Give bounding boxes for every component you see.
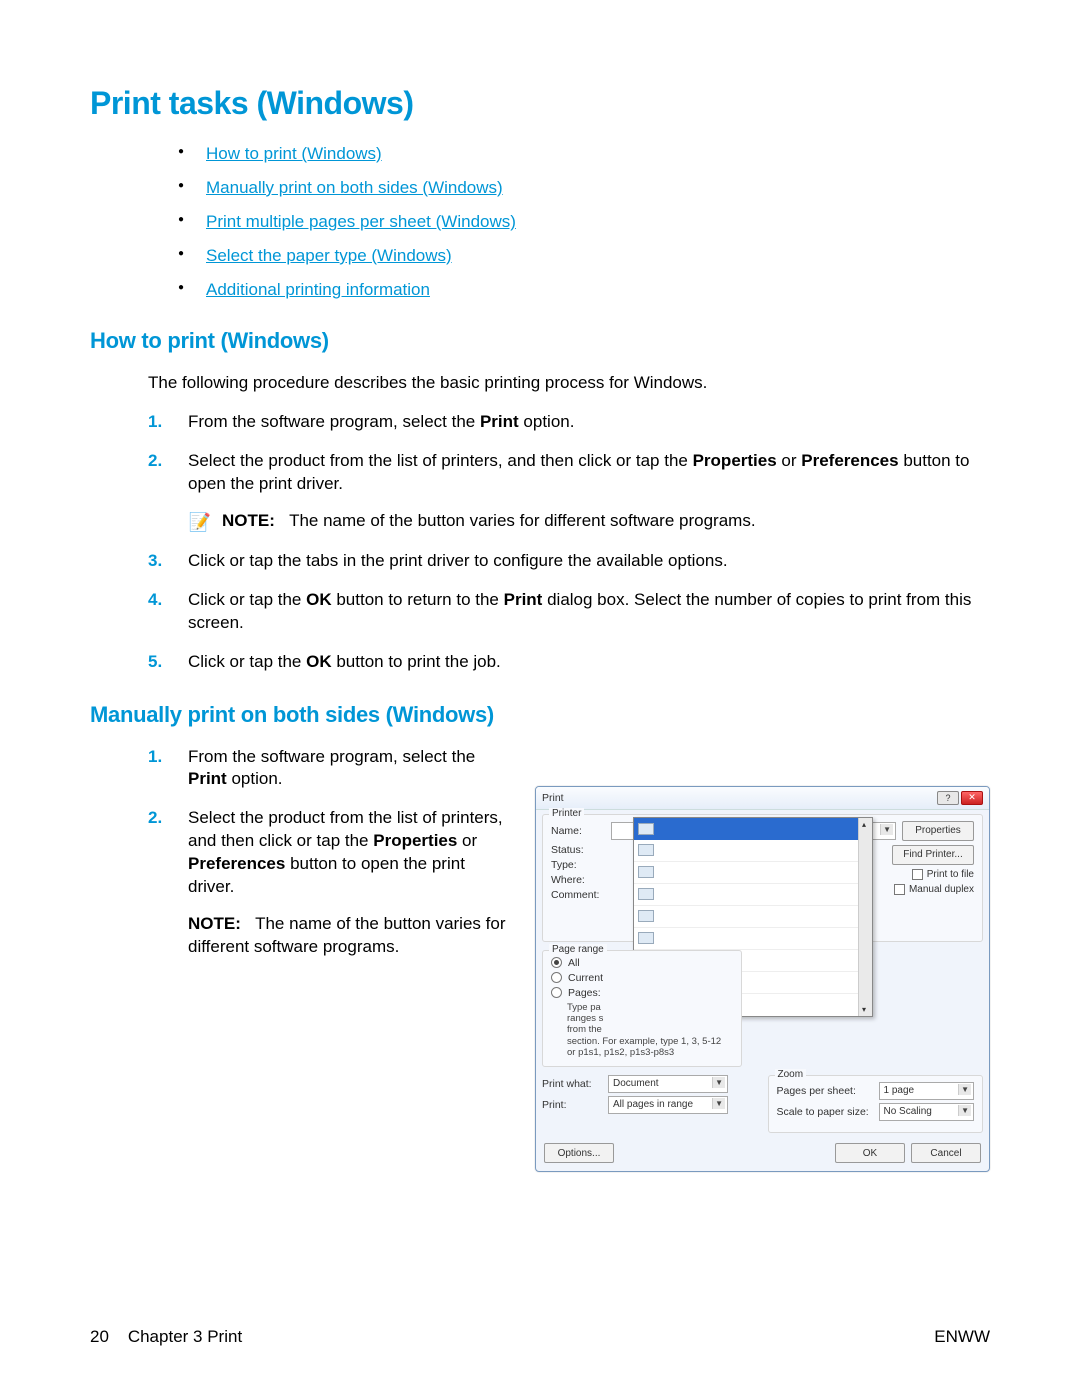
radio-all[interactable] bbox=[551, 957, 562, 968]
bold: OK bbox=[306, 652, 332, 671]
hint: Type pa bbox=[567, 1002, 601, 1013]
step-3: Click or tap the tabs in the print drive… bbox=[148, 550, 990, 573]
label-pps: Pages per sheet: bbox=[777, 1085, 873, 1097]
text: From the software program, select the bbox=[188, 747, 475, 766]
text: button to print the job. bbox=[332, 652, 501, 671]
printer-icon bbox=[638, 910, 654, 922]
pages-per-sheet-select[interactable]: 1 page bbox=[879, 1082, 975, 1100]
note-icon: 📝 bbox=[188, 510, 212, 534]
label-print-what: Print what: bbox=[542, 1078, 602, 1090]
ok-button[interactable]: OK bbox=[835, 1143, 905, 1163]
page-number: 20 bbox=[90, 1327, 109, 1346]
hint: or p1s1, p1s2, p1s3-p8s3 bbox=[567, 1047, 674, 1058]
table-of-contents: How to print (Windows) Manually print on… bbox=[178, 144, 990, 300]
label-comment: Comment: bbox=[551, 889, 605, 901]
printer-icon bbox=[638, 866, 654, 878]
text: From the software program, select the bbox=[188, 412, 480, 431]
label-current: Current bbox=[568, 972, 603, 984]
print-to-file-checkbox[interactable] bbox=[912, 869, 923, 880]
pps-value: 1 page bbox=[884, 1085, 915, 1096]
text: button to return to the bbox=[332, 590, 504, 609]
scrollbar[interactable] bbox=[858, 818, 872, 1016]
bold: Preferences bbox=[801, 451, 898, 470]
label-all: All bbox=[568, 957, 580, 969]
label-scale: Scale to paper size: bbox=[777, 1106, 873, 1118]
toc-link-3[interactable]: Print multiple pages per sheet (Windows) bbox=[206, 212, 516, 231]
page-footer: 20 Chapter 3 Print ENWW bbox=[90, 1327, 990, 1347]
steps-list-1: From the software program, select the Pr… bbox=[148, 411, 990, 674]
group-printer: Printer bbox=[549, 808, 584, 819]
toc-link-2[interactable]: Manually print on both sides (Windows) bbox=[206, 178, 503, 197]
print-value: All pages in range bbox=[613, 1099, 693, 1110]
properties-button[interactable]: Properties bbox=[902, 821, 974, 841]
help-button[interactable]: ? bbox=[937, 791, 959, 805]
print-dialog: Print ? ✕ Printer Name: Properties Statu… bbox=[535, 786, 990, 1173]
manual-duplex-label: Manual duplex bbox=[909, 884, 974, 895]
toc-link-1[interactable]: How to print (Windows) bbox=[206, 144, 382, 163]
label-name: Name: bbox=[551, 825, 605, 837]
text: Select the product from the list of prin… bbox=[188, 451, 693, 470]
text: Click or tap the bbox=[188, 590, 306, 609]
scale-select[interactable]: No Scaling bbox=[879, 1103, 975, 1121]
manual-duplex-checkbox[interactable] bbox=[894, 884, 905, 895]
bold: OK bbox=[306, 590, 332, 609]
note-label: NOTE: bbox=[222, 511, 275, 530]
printer-icon bbox=[638, 823, 654, 835]
bold: Properties bbox=[373, 831, 457, 850]
text: or bbox=[777, 451, 802, 470]
label-type: Type: bbox=[551, 859, 605, 871]
note-label: NOTE: bbox=[188, 914, 241, 933]
text: Click or tap the bbox=[188, 652, 306, 671]
bold: Properties bbox=[693, 451, 777, 470]
group-zoom: Zoom bbox=[775, 1069, 807, 1080]
footer-right: ENWW bbox=[934, 1327, 990, 1347]
label-print: Print: bbox=[542, 1099, 602, 1111]
bold: Print bbox=[188, 769, 227, 788]
toc-link-4[interactable]: Select the paper type (Windows) bbox=[206, 246, 452, 265]
text: or bbox=[457, 831, 477, 850]
scale-value: No Scaling bbox=[884, 1106, 932, 1117]
print-what-select[interactable]: Document bbox=[608, 1075, 728, 1093]
print-to-file-label: Print to file bbox=[927, 869, 974, 880]
note-text: The name of the button varies for differ… bbox=[289, 511, 755, 530]
bold: Print bbox=[480, 412, 519, 431]
print-what-value: Document bbox=[613, 1078, 659, 1089]
chapter-label: Chapter 3 Print bbox=[128, 1327, 242, 1346]
radio-current[interactable] bbox=[551, 972, 562, 983]
group-page-range: Page range bbox=[549, 944, 607, 955]
dialog-title: Print bbox=[542, 792, 564, 804]
print-select[interactable]: All pages in range bbox=[608, 1096, 728, 1114]
options-button[interactable]: Options... bbox=[544, 1143, 614, 1163]
bold: Print bbox=[504, 590, 543, 609]
printer-icon bbox=[638, 844, 654, 856]
printer-icon bbox=[638, 888, 654, 900]
hint: section. For example, type 1, 3, 5-12 bbox=[567, 1036, 721, 1047]
section-title-1: How to print (Windows) bbox=[90, 328, 990, 354]
cancel-button[interactable]: Cancel bbox=[911, 1143, 981, 1163]
printer-icon bbox=[638, 932, 654, 944]
hint: from the bbox=[567, 1024, 602, 1035]
section-title-2: Manually print on both sides (Windows) bbox=[90, 702, 990, 728]
label-status: Status: bbox=[551, 844, 605, 856]
label-where: Where: bbox=[551, 874, 605, 886]
find-printer-button[interactable]: Find Printer... bbox=[892, 845, 974, 865]
steps-list-2: From the software program, select the Pr… bbox=[148, 746, 515, 960]
text: option. bbox=[227, 769, 283, 788]
page-title: Print tasks (Windows) bbox=[90, 85, 990, 122]
close-button[interactable]: ✕ bbox=[961, 791, 983, 805]
radio-pages[interactable] bbox=[551, 987, 562, 998]
bold: Preferences bbox=[188, 854, 285, 873]
toc-link-5[interactable]: Additional printing information bbox=[206, 280, 430, 299]
label-pages: Pages: bbox=[568, 987, 601, 999]
section-intro: The following procedure describes the ba… bbox=[148, 372, 990, 395]
text: option. bbox=[519, 412, 575, 431]
hint: ranges s bbox=[567, 1013, 603, 1024]
